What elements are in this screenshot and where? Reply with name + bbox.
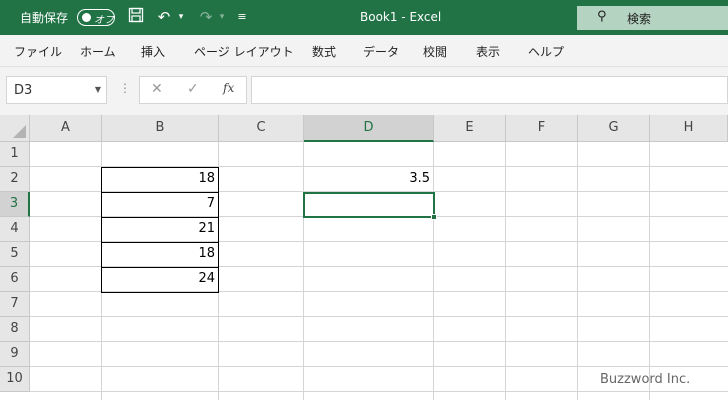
active-cell-d3[interactable] <box>303 192 435 218</box>
tab-help[interactable]: ヘルプ <box>528 43 564 60</box>
watermark: Buzzword Inc. <box>600 372 691 387</box>
fill-handle[interactable] <box>431 214 437 220</box>
column-header-b[interactable]: B <box>102 115 219 142</box>
cell-b6[interactable]: 24 <box>102 267 218 291</box>
row-header-7[interactable]: 7 <box>0 292 30 317</box>
toggle-knob <box>82 13 91 22</box>
autosave-toggle[interactable]: オフ <box>77 9 115 26</box>
gridline <box>649 142 650 400</box>
column-header-e[interactable]: E <box>434 115 506 142</box>
search-box[interactable]: ⚲ 検索 <box>577 6 728 30</box>
autosave-label: 自動保存 <box>20 11 69 25</box>
tab-formulas[interactable]: 数式 <box>312 43 336 60</box>
document-title: Book1 - Excel <box>360 10 442 24</box>
row-header-3[interactable]: 3 <box>0 192 30 217</box>
tab-review[interactable]: 校閲 <box>423 43 447 60</box>
formula-input[interactable] <box>251 76 728 104</box>
column-header-h[interactable]: H <box>650 115 728 142</box>
autosave-state: オフ <box>94 15 114 26</box>
chevron-down-icon[interactable]: ▼ <box>95 85 101 94</box>
row-header-4[interactable]: 4 <box>0 217 30 242</box>
name-box-value: D3 <box>14 83 33 98</box>
gridline <box>30 341 728 342</box>
row-header-1[interactable]: 1 <box>0 142 30 167</box>
search-icon: ⚲ <box>597 9 607 24</box>
title-bar: 自動保存 オフ ↶ ▾ ↷ ▾ ≡ Book1 - Excel ⚲ 検索 <box>0 0 728 35</box>
tab-file[interactable]: ファイル <box>14 43 62 60</box>
row-header-5[interactable]: 5 <box>0 242 30 267</box>
select-all-triangle <box>13 125 26 138</box>
column-header-a[interactable]: A <box>30 115 102 142</box>
row-header-6[interactable]: 6 <box>0 267 30 292</box>
column-header-g[interactable]: G <box>578 115 650 142</box>
tab-home[interactable]: ホーム <box>80 43 116 60</box>
redo-icon[interactable]: ↷ <box>196 7 216 27</box>
undo-dropdown-icon[interactable]: ▾ <box>176 7 186 27</box>
row-header-9[interactable]: 9 <box>0 342 30 367</box>
cell-b2[interactable]: 18 <box>102 167 218 191</box>
cell-b5[interactable]: 18 <box>102 242 218 266</box>
gridline <box>30 316 728 317</box>
insert-function-icon[interactable]: fx <box>223 81 234 95</box>
column-header-f[interactable]: F <box>506 115 578 142</box>
name-box[interactable]: D3 ▼ <box>6 76 107 104</box>
save-icon[interactable] <box>126 7 146 27</box>
row-header-8[interactable]: 8 <box>0 317 30 342</box>
redo-dropdown-icon[interactable]: ▾ <box>217 7 227 27</box>
customize-qat-icon[interactable]: ≡ <box>235 7 249 27</box>
tab-data[interactable]: データ <box>363 43 399 60</box>
row-header-10[interactable]: 10 <box>0 367 30 392</box>
tab-page-layout[interactable]: ページ レイアウト <box>194 43 294 60</box>
column-header-c[interactable]: C <box>219 115 304 142</box>
column-header-d[interactable]: D <box>304 115 434 142</box>
select-all-button[interactable] <box>0 115 30 142</box>
gridline <box>30 391 728 392</box>
ribbon-tabs: ファイル ホーム 挿入 ページ レイアウト 数式 データ 校閲 表示 ヘルプ <box>0 35 728 67</box>
gridline <box>30 366 728 367</box>
worksheet-grid[interactable]: A B C D E F G H 1 2 3 4 5 6 7 8 9 10 18 … <box>0 115 728 400</box>
gridline <box>577 142 578 400</box>
formula-bar-grip-icon[interactable]: ⋮ <box>119 81 131 95</box>
tab-insert[interactable]: 挿入 <box>141 43 165 60</box>
enter-icon[interactable]: ✓ <box>187 81 199 97</box>
cell-b4[interactable]: 21 <box>102 217 218 241</box>
row-header-2[interactable]: 2 <box>0 167 30 192</box>
tab-view[interactable]: 表示 <box>476 43 500 60</box>
cell-b3[interactable]: 7 <box>102 192 218 216</box>
gridline <box>433 142 434 400</box>
undo-icon[interactable]: ↶ <box>154 7 174 27</box>
search-label: 検索 <box>627 12 652 26</box>
cancel-icon[interactable]: ✕ <box>151 81 163 97</box>
gridline <box>505 142 506 400</box>
formula-bar: D3 ▼ ⋮ ✕ ✓ fx <box>0 67 728 115</box>
formula-buttons: ✕ ✓ fx <box>139 76 247 104</box>
cell-d2[interactable]: 3.5 <box>304 167 433 191</box>
